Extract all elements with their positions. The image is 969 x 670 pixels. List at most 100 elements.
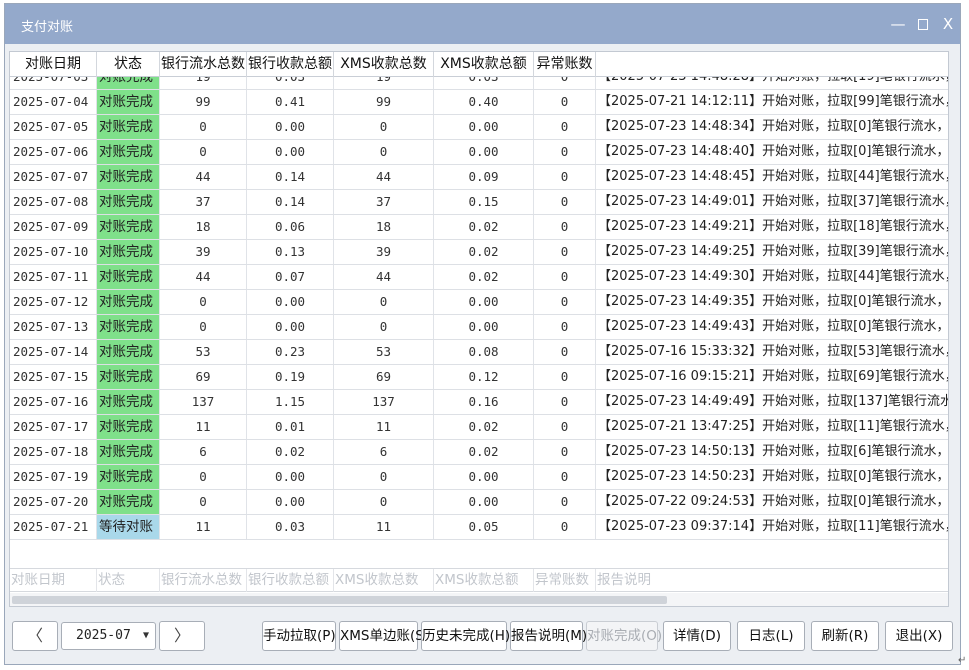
column-header[interactable]: 银行流水总数 bbox=[160, 52, 247, 77]
table-row[interactable]: 2025-07-19 对账完成 0 0.00 0 0.00 0 【2025-07-23 14:… bbox=[10, 465, 948, 490]
grid-header: 对账日期 状态 银行流水总数 银行收款总额 XMS收款总数 XMS收款总额 异常账数 bbox=[10, 52, 948, 77]
title-bar[interactable]: 支付对账 — X bbox=[5, 4, 960, 44]
cell-report: 【2025-07-23 14:49:35】开始对账，拉取[0]笔银行流水，其中 bbox=[596, 290, 948, 314]
table-row[interactable]: 2025-07-06 对账完成 0 0.00 0 0.00 0 【2025-07-23 14:… bbox=[10, 140, 948, 165]
reconciliation-grid: 对账日期状态银行流水总数银行收款总额XMS收款总数XMS收款总额异常账数 202… bbox=[9, 51, 949, 607]
cell-xms-count: 6 bbox=[334, 440, 434, 464]
log-button[interactable]: 日志(L) bbox=[737, 621, 805, 651]
column-header[interactable]: 异常账数 bbox=[534, 52, 596, 77]
xms-single-button[interactable]: XMS单边账(S) bbox=[339, 621, 429, 651]
month-select[interactable]: 2025-07 ▼ bbox=[61, 622, 156, 650]
cell-date: 2025-07-09 bbox=[10, 215, 97, 239]
column-header[interactable]: 对账日期 bbox=[10, 52, 97, 77]
cell-xms-count: 0 bbox=[334, 115, 434, 139]
table-row[interactable]: 2025-07-11 对账完成 44 0.07 44 0.02 0 【2025-07-23 1… bbox=[10, 265, 948, 290]
table-row[interactable]: 2025-07-13 对账完成 0 0.00 0 0.00 0 【2025-07-23 14:… bbox=[10, 315, 948, 340]
horizontal-scrollbar[interactable] bbox=[10, 593, 948, 606]
reconcile-done-button[interactable]: 对账完成(O) bbox=[586, 621, 662, 651]
cell-abnormal: 0 bbox=[534, 415, 596, 439]
close-button[interactable]: X bbox=[939, 14, 957, 34]
maximize-button[interactable] bbox=[914, 14, 932, 34]
cell-bank-count: 0 bbox=[160, 140, 247, 164]
cell-bank-count: 44 bbox=[160, 265, 247, 289]
cell-abnormal: 0 bbox=[534, 165, 596, 189]
scrollbar-thumb[interactable] bbox=[12, 596, 667, 604]
status-badge: 对账完成 bbox=[97, 490, 160, 514]
status-badge: 对账完成 bbox=[97, 190, 160, 214]
filter-cell[interactable]: 状态 bbox=[97, 569, 160, 592]
cell-report: 【2025-07-16 09:15:21】开始对账，拉取[69]笔银行流水，其中 bbox=[596, 365, 948, 389]
column-header[interactable] bbox=[596, 52, 948, 77]
table-row[interactable]: 2025-07-04 对账完成 99 0.41 99 0.40 0 【2025-07-21 1… bbox=[10, 90, 948, 115]
cell-abnormal: 0 bbox=[534, 490, 596, 514]
table-row[interactable]: 2025-07-16 对账完成 137 1.15 137 0.16 0 【2025-07-23… bbox=[10, 390, 948, 415]
prev-month-button[interactable]: 〈 bbox=[12, 621, 58, 651]
filter-cell[interactable]: 报告说明 bbox=[596, 569, 948, 592]
table-row[interactable]: 2025-07-15 对账完成 69 0.19 69 0.12 0 【2025-07-16 0… bbox=[10, 365, 948, 390]
resize-grip-icon: ↵ bbox=[958, 655, 967, 666]
status-badge: 对账完成 bbox=[97, 465, 160, 489]
table-row[interactable]: 2025-07-05 对账完成 0 0.00 0 0.00 0 【2025-07-23 14:… bbox=[10, 115, 948, 140]
table-row[interactable]: 2025-07-09 对账完成 18 0.06 18 0.02 0 【2025-07-23 1… bbox=[10, 215, 948, 240]
status-badge: 对账完成 bbox=[97, 90, 160, 114]
refresh-button[interactable]: 刷新(R) bbox=[811, 621, 879, 651]
cell-bank-count: 0 bbox=[160, 290, 247, 314]
cell-xms-count: 11 bbox=[334, 415, 434, 439]
filter-cell[interactable]: XMS收款总数 bbox=[334, 569, 434, 592]
cell-abnormal: 0 bbox=[534, 265, 596, 289]
cell-bank-amount: 0.00 bbox=[247, 115, 334, 139]
filter-cell[interactable]: 银行收款总额 bbox=[247, 569, 334, 592]
details-button[interactable]: 详情(D) bbox=[663, 621, 731, 651]
cell-date: 2025-07-03 bbox=[10, 77, 97, 89]
column-header[interactable]: 状态 bbox=[97, 52, 160, 77]
cell-bank-amount: 0.19 bbox=[247, 365, 334, 389]
column-header[interactable]: XMS收款总数 bbox=[334, 52, 434, 77]
cell-bank-count: 69 bbox=[160, 365, 247, 389]
cell-report: 【2025-07-23 14:50:13】开始对账，拉取[6]笔银行流水，其中 bbox=[596, 440, 948, 464]
cell-xms-amount: 0.02 bbox=[434, 215, 534, 239]
filter-cell[interactable]: 对账日期 bbox=[10, 569, 97, 592]
cell-bank-amount: 0.14 bbox=[247, 165, 334, 189]
cell-bank-count: 11 bbox=[160, 515, 247, 539]
cell-xms-count: 53 bbox=[334, 340, 434, 364]
manual-pull-button[interactable]: 手动拉取(P) bbox=[262, 621, 336, 651]
exit-button[interactable]: 退出(X) bbox=[885, 621, 953, 651]
column-header[interactable]: XMS收款总额 bbox=[434, 52, 534, 77]
status-badge: 对账完成 bbox=[97, 365, 160, 389]
column-header[interactable]: 银行收款总额 bbox=[247, 52, 334, 77]
grid-body[interactable]: 2025-07-03对账完成190.03190.030【2025-07-23 1… bbox=[10, 77, 948, 542]
cell-date: 2025-07-07 bbox=[10, 165, 97, 189]
cell-report: 【2025-07-23 14:48:28】开始对账，拉取[19]笔银行流水，其中 bbox=[596, 77, 948, 89]
table-row[interactable]: 2025-07-21 等待对账 11 0.03 11 0.05 0 【2025-07-23 0… bbox=[10, 515, 948, 540]
reconciliation-window: 支付对账 — X 对账日期 状态 银行流水总数 银行收款总额 XMS收款总数 XMS收款总… bbox=[4, 3, 961, 665]
cell-date: 2025-07-04 bbox=[10, 90, 97, 114]
table-row[interactable]: 2025-07-14 对账完成 53 0.23 53 0.08 0 【2025-07-16 1… bbox=[10, 340, 948, 365]
filter-cell[interactable]: 异常账数 bbox=[534, 569, 596, 592]
cell-xms-count: 0 bbox=[334, 140, 434, 164]
table-row[interactable]: 2025-07-18 对账完成 6 0.02 6 0.02 0 【2025-07-23 14:… bbox=[10, 440, 948, 465]
status-badge: 对账完成 bbox=[97, 215, 160, 239]
table-row[interactable]: 2025-07-03对账完成190.03190.030【2025-07-23 1… bbox=[10, 77, 948, 90]
report-desc-button[interactable]: 报告说明(M) bbox=[510, 621, 587, 651]
cell-report: 【2025-07-21 13:47:25】开始对账，拉取[11]笔银行流水，其中 bbox=[596, 415, 948, 439]
cell-date: 2025-07-14 bbox=[10, 340, 97, 364]
cell-bank-count: 99 bbox=[160, 90, 247, 114]
cell-report: 【2025-07-23 09:37:14】开始对账，拉取[11]笔银行流水，其中 bbox=[596, 515, 948, 539]
next-month-button[interactable]: 〉 bbox=[159, 621, 205, 651]
cell-bank-amount: 0.23 bbox=[247, 340, 334, 364]
filter-cell[interactable]: 银行流水总数 bbox=[160, 569, 247, 592]
cell-date: 2025-07-13 bbox=[10, 315, 97, 339]
cell-report: 【2025-07-23 14:48:40】开始对账，拉取[0]笔银行流水，其中 bbox=[596, 140, 948, 164]
history-incomplete-button[interactable]: 历史未完成(H) bbox=[421, 621, 510, 651]
table-row[interactable]: 2025-07-12 对账完成 0 0.00 0 0.00 0 【2025-07-23 14:… bbox=[10, 290, 948, 315]
table-row[interactable]: 2025-07-08 对账完成 37 0.14 37 0.15 0 【2025-07-23 1… bbox=[10, 190, 948, 215]
cell-bank-amount: 0.13 bbox=[247, 240, 334, 264]
table-row[interactable]: 2025-07-17 对账完成 11 0.01 11 0.02 0 【2025-07-21 1… bbox=[10, 415, 948, 440]
table-row[interactable]: 2025-07-20 对账完成 0 0.00 0 0.00 0 【2025-07-22 09:… bbox=[10, 490, 948, 515]
cell-abnormal: 0 bbox=[534, 340, 596, 364]
minimize-button[interactable]: — bbox=[889, 14, 907, 34]
cell-bank-count: 53 bbox=[160, 340, 247, 364]
filter-cell[interactable]: XMS收款总额 bbox=[434, 569, 534, 592]
table-row[interactable]: 2025-07-10 对账完成 39 0.13 39 0.02 0 【2025-07-23 1… bbox=[10, 240, 948, 265]
table-row[interactable]: 2025-07-07 对账完成 44 0.14 44 0.09 0 【2025-07-23 1… bbox=[10, 165, 948, 190]
